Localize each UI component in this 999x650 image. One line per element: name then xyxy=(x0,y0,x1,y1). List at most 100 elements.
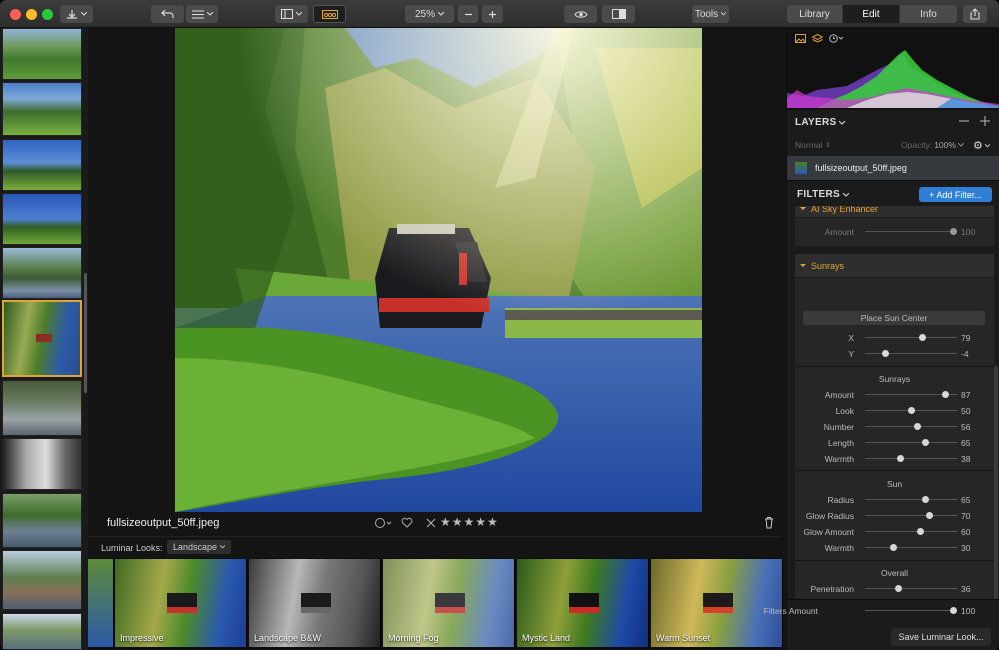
slider-overall-penetration[interactable]: Penetration 36 xyxy=(795,581,994,597)
tab-edit[interactable]: Edit xyxy=(843,5,900,23)
slider-knob[interactable] xyxy=(908,407,915,414)
slider-label: Amount xyxy=(824,227,854,237)
layers-icon[interactable] xyxy=(812,34,823,43)
slider-position-x[interactable]: X 79 xyxy=(795,330,994,346)
slider-knob[interactable] xyxy=(913,423,921,430)
zoom-in-button[interactable] xyxy=(482,5,503,23)
slider-sunrays-look[interactable]: Look 50 xyxy=(795,403,994,419)
slider-knob[interactable] xyxy=(889,544,897,551)
tab-info[interactable]: Info xyxy=(900,5,957,23)
flag-circle-icon[interactable] xyxy=(374,517,392,529)
slider-sunrays-length[interactable]: Length 65 xyxy=(795,435,994,451)
blend-mode-dropdown[interactable]: Normal ⇕ xyxy=(795,140,831,150)
slider-sun-glow-amount[interactable]: Glow Amount 60 xyxy=(795,524,994,540)
share-icon xyxy=(970,8,980,20)
slider-label: Length xyxy=(828,438,854,448)
filmstrip-thumbnail[interactable] xyxy=(2,380,82,436)
filmstrip-thumbnail[interactable] xyxy=(2,193,82,245)
preview-button[interactable] xyxy=(564,5,597,23)
filmstrip-scrollbar[interactable] xyxy=(84,273,87,393)
slider-ai-sky-amount[interactable]: Amount 100 xyxy=(795,224,994,240)
filter-header-ai-sky[interactable]: AI Sky Enhancer xyxy=(795,206,994,218)
minimize-window-button[interactable] xyxy=(26,9,37,20)
share-button[interactable] xyxy=(963,5,987,23)
history-button[interactable] xyxy=(186,5,218,23)
undo-button[interactable] xyxy=(151,5,184,23)
filmstrip-thumbnail[interactable] xyxy=(2,28,82,80)
slider-knob[interactable] xyxy=(950,228,957,235)
chevron-down-icon xyxy=(438,12,444,16)
look-thumbnail[interactable] xyxy=(88,559,114,647)
layer-settings-button[interactable]: ⚙ xyxy=(973,139,990,152)
zoom-dropdown[interactable]: 25% xyxy=(405,5,454,23)
filters-title-button[interactable]: FILTERS xyxy=(797,189,850,200)
filmstrip-thumbnail[interactable] xyxy=(2,438,82,490)
slider-knob[interactable] xyxy=(919,334,927,341)
filmstrip-thumbnail[interactable] xyxy=(2,139,82,191)
tab-library[interactable]: Library xyxy=(787,5,843,23)
zoom-out-button[interactable] xyxy=(458,5,478,23)
zoom-window-button[interactable] xyxy=(42,9,53,20)
slider-sun-glow-radius[interactable]: Glow Radius 70 xyxy=(795,508,994,524)
look-label: Landscape B&W xyxy=(254,633,322,643)
layers-header[interactable]: LAYERS xyxy=(795,117,846,128)
trash-icon[interactable] xyxy=(764,516,774,529)
layer-row[interactable]: fullsizeoutput_50ff.jpeg xyxy=(787,156,999,180)
filmstrip-thumbnail-selected[interactable] xyxy=(2,300,82,377)
look-thumbnail[interactable]: Warm Sunset xyxy=(651,559,783,647)
opacity-control[interactable]: Opacity: 100% xyxy=(901,140,964,150)
slider-position-y[interactable]: Y -4 xyxy=(795,346,994,362)
look-thumbnail[interactable]: Mystic Land xyxy=(517,559,649,647)
export-button[interactable] xyxy=(60,5,93,23)
sidebar-toggle-button[interactable] xyxy=(275,5,308,23)
slider-sun-radius[interactable]: Radius 65 xyxy=(795,492,994,508)
slider-knob[interactable] xyxy=(921,496,929,503)
slider-sunrays-warmth[interactable]: Warmth 38 xyxy=(795,451,994,467)
compare-button[interactable] xyxy=(602,5,635,23)
slider-track xyxy=(865,442,957,443)
remove-layer-icon[interactable] xyxy=(959,120,969,122)
looks-category-dropdown[interactable]: Landscape xyxy=(167,540,232,554)
filter-header-sunrays[interactable]: Sunrays xyxy=(795,254,994,278)
look-thumbnail[interactable]: Impressive xyxy=(115,559,247,647)
slider-knob[interactable] xyxy=(921,439,929,446)
luminar-looks-label: Luminar Looks: xyxy=(101,543,163,553)
slider-knob[interactable] xyxy=(896,455,904,462)
filmstrip-thumbnail[interactable] xyxy=(2,82,82,136)
history-clock-icon[interactable] xyxy=(829,34,845,43)
look-thumbnail[interactable]: Landscape B&W xyxy=(249,559,381,647)
reject-icon[interactable] xyxy=(426,518,436,528)
add-layer-icon[interactable] xyxy=(980,116,990,126)
image-icon[interactable] xyxy=(795,34,806,43)
luminar-looks-bar: Luminar Looks: Landscape xyxy=(88,536,782,558)
look-thumbnail[interactable]: Morning Fog xyxy=(383,559,515,647)
filmstrip-thumbnail[interactable] xyxy=(2,247,82,299)
slider-knob[interactable] xyxy=(882,350,890,357)
slider-track xyxy=(865,531,957,532)
add-filter-button[interactable]: + Add Filter... xyxy=(919,187,992,202)
slider-label: Radius xyxy=(827,495,854,505)
slider-knob[interactable] xyxy=(950,607,957,614)
place-sun-center-button[interactable]: Place Sun Center xyxy=(803,311,985,325)
star-rating[interactable]: ★★★★★ xyxy=(440,515,499,529)
slider-knob[interactable] xyxy=(926,512,934,519)
save-luminar-look-button[interactable]: Save Luminar Look... xyxy=(891,628,991,646)
slider-sunrays-number[interactable]: Number 56 xyxy=(795,419,994,435)
tools-dropdown[interactable]: Tools xyxy=(692,5,729,23)
slider-label: Number xyxy=(823,422,854,432)
slider-sunrays-amount[interactable]: Amount 87 xyxy=(795,387,994,403)
slider-knob[interactable] xyxy=(895,585,903,592)
slider-track xyxy=(865,610,957,611)
slider-filters-amount[interactable]: Filters Amount 100 xyxy=(764,603,994,619)
main-photo[interactable] xyxy=(175,28,702,512)
filmstrip-thumbnail[interactable] xyxy=(2,493,82,548)
filters-scrollbar[interactable] xyxy=(994,366,998,636)
close-window-button[interactable] xyxy=(10,9,21,20)
heart-icon[interactable] xyxy=(401,517,413,528)
slider-knob[interactable] xyxy=(917,528,925,535)
slider-sun-warmth[interactable]: Warmth 30 xyxy=(795,540,994,556)
filmstrip-toggle-button[interactable] xyxy=(313,5,346,23)
slider-knob[interactable] xyxy=(942,391,950,398)
filmstrip-thumbnail[interactable] xyxy=(2,613,82,650)
filmstrip-thumbnail[interactable] xyxy=(2,550,82,610)
